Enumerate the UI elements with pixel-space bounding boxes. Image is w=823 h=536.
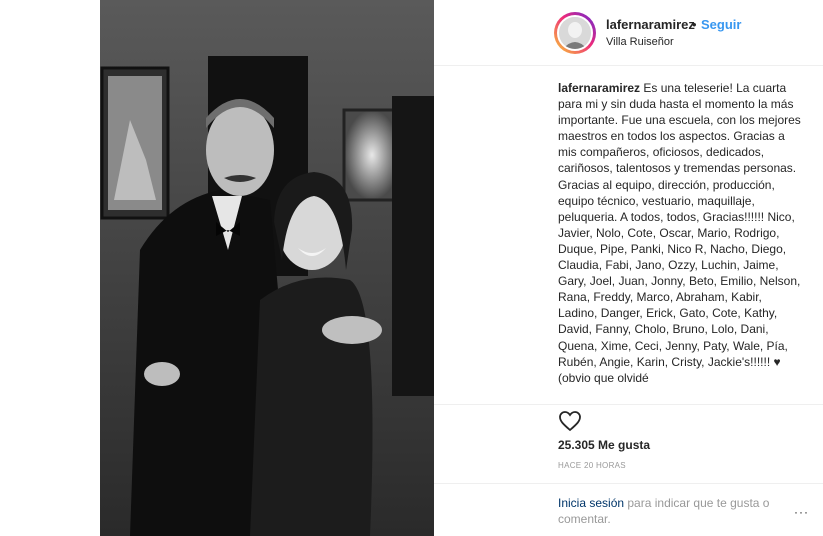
avatar-story-ring[interactable] [554,12,596,54]
post-photo[interactable] [100,0,434,536]
location-link[interactable]: Villa Ruiseñor [606,36,674,48]
heart-outline-icon[interactable] [558,409,582,433]
caption: lafernaramirez Es una teleserie! La cuar… [558,80,802,398]
avatar[interactable] [557,15,593,51]
separator-dot: • [692,17,697,32]
caption-text: Es una teleserie! La cuarta para mi y si… [558,81,801,385]
author-username[interactable]: lafernaramirez [606,17,695,32]
avatar-image [559,17,591,49]
more-options-icon[interactable]: ··· [794,505,809,519]
post-photo-image [100,0,434,536]
caption-username[interactable]: lafernaramirez [558,81,640,95]
login-link[interactable]: Inicia sesión [558,496,624,510]
follow-button[interactable]: Seguir [701,17,741,32]
post-timestamp[interactable]: HACE 20 HORAS [558,461,626,470]
likes-count[interactable]: 25.305 Me gusta [558,438,650,452]
post-header: lafernaramirez • Seguir Villa Ruiseñor [434,0,823,66]
login-prompt: Inicia sesión para indicar que te gusta … [558,495,798,527]
login-footer: Inicia sesión para indicar que te gusta … [434,483,823,536]
action-bar [434,404,823,433]
post-side-panel: lafernaramirez • Seguir Villa Ruiseñor l… [434,0,823,536]
